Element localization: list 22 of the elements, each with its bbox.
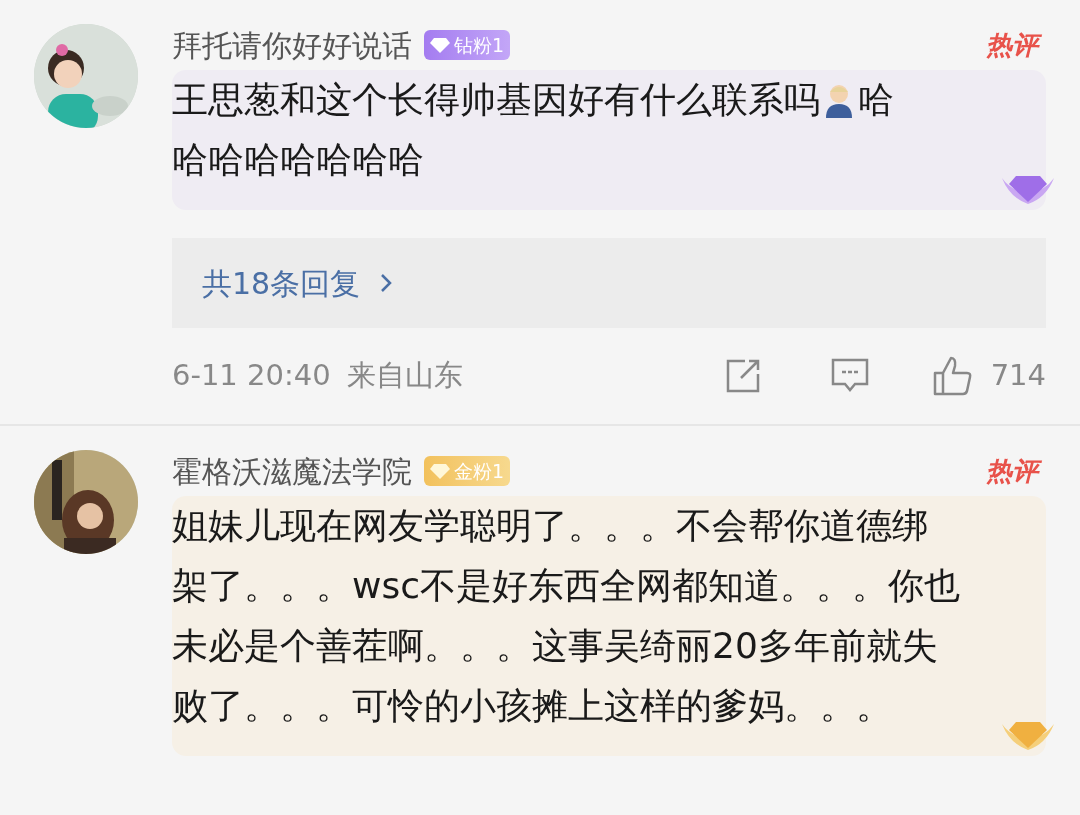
share-icon[interactable] [724, 358, 761, 394]
gem-icon [430, 463, 450, 479]
comment-text: 未必是个善茬啊。。。这事吴绮丽20多年前就失 [172, 624, 938, 668]
emoji-icon [823, 82, 855, 118]
chevron-icon [380, 273, 393, 293]
gem-icon [430, 37, 450, 53]
comment-text: 哈哈哈哈哈哈哈 [172, 138, 424, 182]
username[interactable]: 拜托请你好好说话 [172, 22, 412, 68]
comment-time: 6-11 20:40 [172, 357, 331, 395]
comment-location: 来自山东 [346, 357, 463, 395]
username[interactable]: 霍格沃滋魔法学院 [172, 448, 412, 494]
comment-text: 王思葱和这个长得帅基因好有什么联系吗 [172, 78, 820, 122]
comment-text: 哈 [858, 78, 894, 122]
comment-text: 架了。。。wsc不是好东西全网都知道。。。你也 [172, 564, 960, 608]
comment-icon[interactable] [830, 358, 869, 394]
like-icon[interactable] [932, 356, 973, 396]
fan-badge: 钻粉1 [424, 30, 511, 60]
fan-badge: 金粉1 [424, 456, 511, 486]
comment-text: 姐妹儿现在网友学聪明了。。。不会帮你道德绑 [172, 504, 928, 548]
like-count: 714 [990, 357, 1046, 395]
comment-text: 败了。。。可怜的小孩摊上这样的爹妈。。。 [172, 684, 892, 728]
replies-link[interactable]: 共18条回复 [172, 238, 1046, 328]
